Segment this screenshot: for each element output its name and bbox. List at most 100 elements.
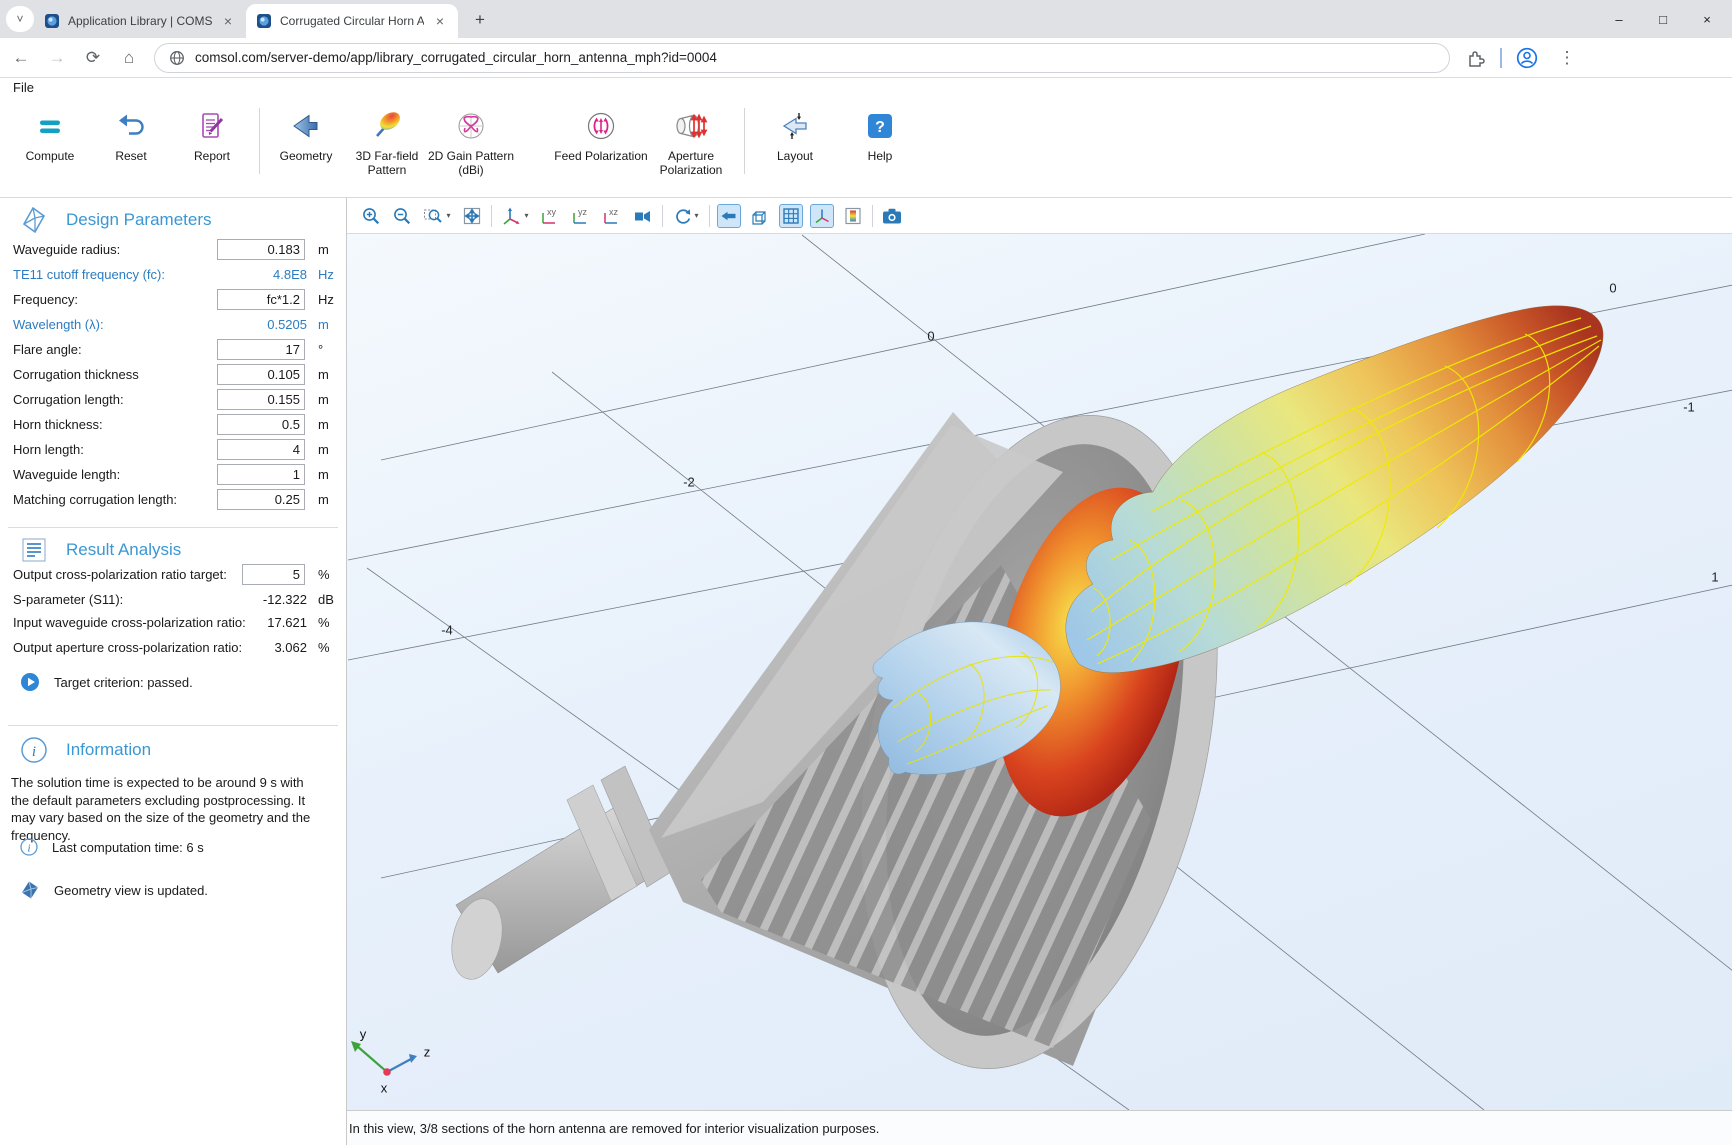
tab-search-button[interactable]: ˅ <box>6 6 34 32</box>
param-row: Frequency: Hz <box>0 288 346 313</box>
param-unit: dB <box>318 592 334 607</box>
forward-button[interactable]: → <box>42 43 72 73</box>
show-geometry-toggle[interactable] <box>717 204 741 228</box>
layout-button[interactable]: Layout <box>747 106 843 163</box>
graphics-toolbar: ▾ ▾ xy yz xz ▾ <box>347 198 1732 234</box>
param-unit: % <box>318 615 330 630</box>
param-label: Flare angle: <box>13 342 82 357</box>
param-label: Input waveguide cross-polarization ratio… <box>13 615 246 630</box>
transparency-icon[interactable] <box>748 204 772 228</box>
show-axes-toggle[interactable] <box>810 204 834 228</box>
view-xz-icon[interactable]: xz <box>600 204 624 228</box>
param-label: Waveguide length: <box>13 467 120 482</box>
view-yz-icon[interactable]: yz <box>569 204 593 228</box>
horn-icon <box>719 206 739 226</box>
minimize-button[interactable]: – <box>1610 12 1628 27</box>
svg-text:yz: yz <box>578 207 588 217</box>
section-title: Result Analysis <box>66 540 181 560</box>
tab-title: Corrugated Circular Horn Anten <box>280 14 424 28</box>
browser-navbar: ← → ⟳ ⌂ comsol.com/server-demo/app/libra… <box>0 38 1732 78</box>
address-bar[interactable]: comsol.com/server-demo/app/library_corru… <box>154 43 1450 73</box>
back-button[interactable]: ← <box>6 43 36 73</box>
param-row: Waveguide radius: m <box>0 238 346 263</box>
graphics-toolbar-separator <box>709 205 710 227</box>
caret-down-icon: ▾ <box>524 211 528 220</box>
axis-tick-label: -4 <box>441 623 453 638</box>
geometry-diamond-icon <box>20 206 48 234</box>
tab-bar: ˅ Application Library | COMSOL S × Corru… <box>0 0 1732 38</box>
waveguide-radius-input[interactable] <box>217 239 305 260</box>
aperture-polarization-button[interactable]: Aperture Polarization <box>643 106 739 177</box>
param-label: Wavelength (λ): <box>13 317 104 332</box>
result-analysis-header: Result Analysis <box>20 536 181 564</box>
feed-polarization-button[interactable]: Feed Polarization <box>553 106 649 163</box>
cross-polarization-target-input[interactable] <box>242 564 305 585</box>
zoom-extents-icon[interactable] <box>460 204 484 228</box>
corrugation-thickness-input[interactable] <box>217 364 305 385</box>
tab-title: Application Library | COMSOL S <box>68 14 212 28</box>
home-button[interactable]: ⌂ <box>114 43 144 73</box>
axis-tick-label: 1 <box>1711 570 1718 585</box>
file-menu[interactable]: File <box>13 80 34 95</box>
zoom-in-icon[interactable] <box>359 204 383 228</box>
frequency-input[interactable] <box>217 289 305 310</box>
tab-application-library[interactable]: Application Library | COMSOL S × <box>34 4 246 38</box>
geometry-updated-status: Geometry view is updated. <box>20 880 208 900</box>
extensions-icon[interactable] <box>1466 48 1486 68</box>
flare-angle-input[interactable] <box>217 339 305 360</box>
view-xy-icon[interactable]: xy <box>538 204 562 228</box>
go-to-default-3d-view-icon[interactable]: ▾ <box>499 204 531 228</box>
horn-thickness-input[interactable] <box>217 414 305 435</box>
profile-icon[interactable] <box>1516 47 1538 69</box>
far-field-3d-button[interactable]: 3D Far-field Pattern <box>339 106 435 177</box>
snapshot-icon[interactable] <box>880 204 904 228</box>
extension-divider <box>1500 48 1502 68</box>
param-label: TE11 cutoff frequency (fc): <box>13 267 165 282</box>
waveguide-length-input[interactable] <box>217 464 305 485</box>
param-label: Corrugation length: <box>13 392 124 407</box>
gain-pattern-2d-button[interactable]: 2D Gain Pattern (dBi) <box>423 106 519 177</box>
show-color-legend-toggle[interactable] <box>841 204 865 228</box>
param-unit: m <box>318 317 329 332</box>
report-button[interactable]: Report <box>164 106 260 163</box>
3d-view-canvas[interactable]: 0 -2 -4 0 -1 1 y z x <box>347 234 1732 1110</box>
graphics-panel: ▾ ▾ xy yz xz ▾ <box>346 198 1732 1145</box>
tab-close-icon[interactable]: × <box>220 13 236 29</box>
tab-close-icon[interactable]: × <box>432 13 448 29</box>
rotate-view-icon[interactable]: ▾ <box>670 204 702 228</box>
param-unit: % <box>318 567 330 582</box>
param-label: S-parameter (S11): <box>13 592 123 607</box>
param-label: Waveguide radius: <box>13 242 120 257</box>
scene-projection-icon[interactable] <box>631 204 655 228</box>
maximize-button[interactable]: □ <box>1654 12 1672 27</box>
param-row: S-parameter (S11): -12.322 dB <box>0 588 346 613</box>
play-circle-icon <box>20 672 40 692</box>
corrugation-length-input[interactable] <box>217 389 305 410</box>
browser-window: ˅ Application Library | COMSOL S × Corru… <box>0 0 1732 1145</box>
param-unit: m <box>318 417 329 432</box>
zoom-out-icon[interactable] <box>390 204 414 228</box>
param-label: Output aperture cross-polarization ratio… <box>13 640 242 655</box>
close-window-button[interactable]: × <box>1698 12 1716 27</box>
information-header: i Information <box>20 736 151 764</box>
param-unit: % <box>318 640 330 655</box>
window-controls: – □ × <box>1610 0 1726 38</box>
svg-text:i: i <box>32 744 36 760</box>
param-row: Matching corrugation length: m <box>0 488 346 513</box>
matching-corrugation-length-input[interactable] <box>217 489 305 510</box>
horn-length-input[interactable] <box>217 439 305 460</box>
help-button[interactable]: ? Help <box>832 106 928 163</box>
new-tab-button[interactable]: + <box>466 6 494 34</box>
zoom-box-icon[interactable]: ▾ <box>421 204 453 228</box>
param-label: Corrugation thickness <box>13 367 139 382</box>
param-value: 0.5205 <box>267 317 307 332</box>
tab-corrugated-horn[interactable]: Corrugated Circular Horn Anten × <box>246 4 458 38</box>
reload-button[interactable]: ⟳ <box>78 43 108 73</box>
question-glyph: ? <box>875 119 885 136</box>
toolbar-separator <box>744 108 745 174</box>
waveguide <box>444 766 671 984</box>
browser-menu-icon[interactable]: ⋮ <box>1552 43 1582 73</box>
app-toolbar: Compute Reset Report Geometry 3D Far-fi <box>0 98 1732 196</box>
show-grid-toggle[interactable] <box>779 204 803 228</box>
comsol-favicon-icon <box>256 13 272 29</box>
